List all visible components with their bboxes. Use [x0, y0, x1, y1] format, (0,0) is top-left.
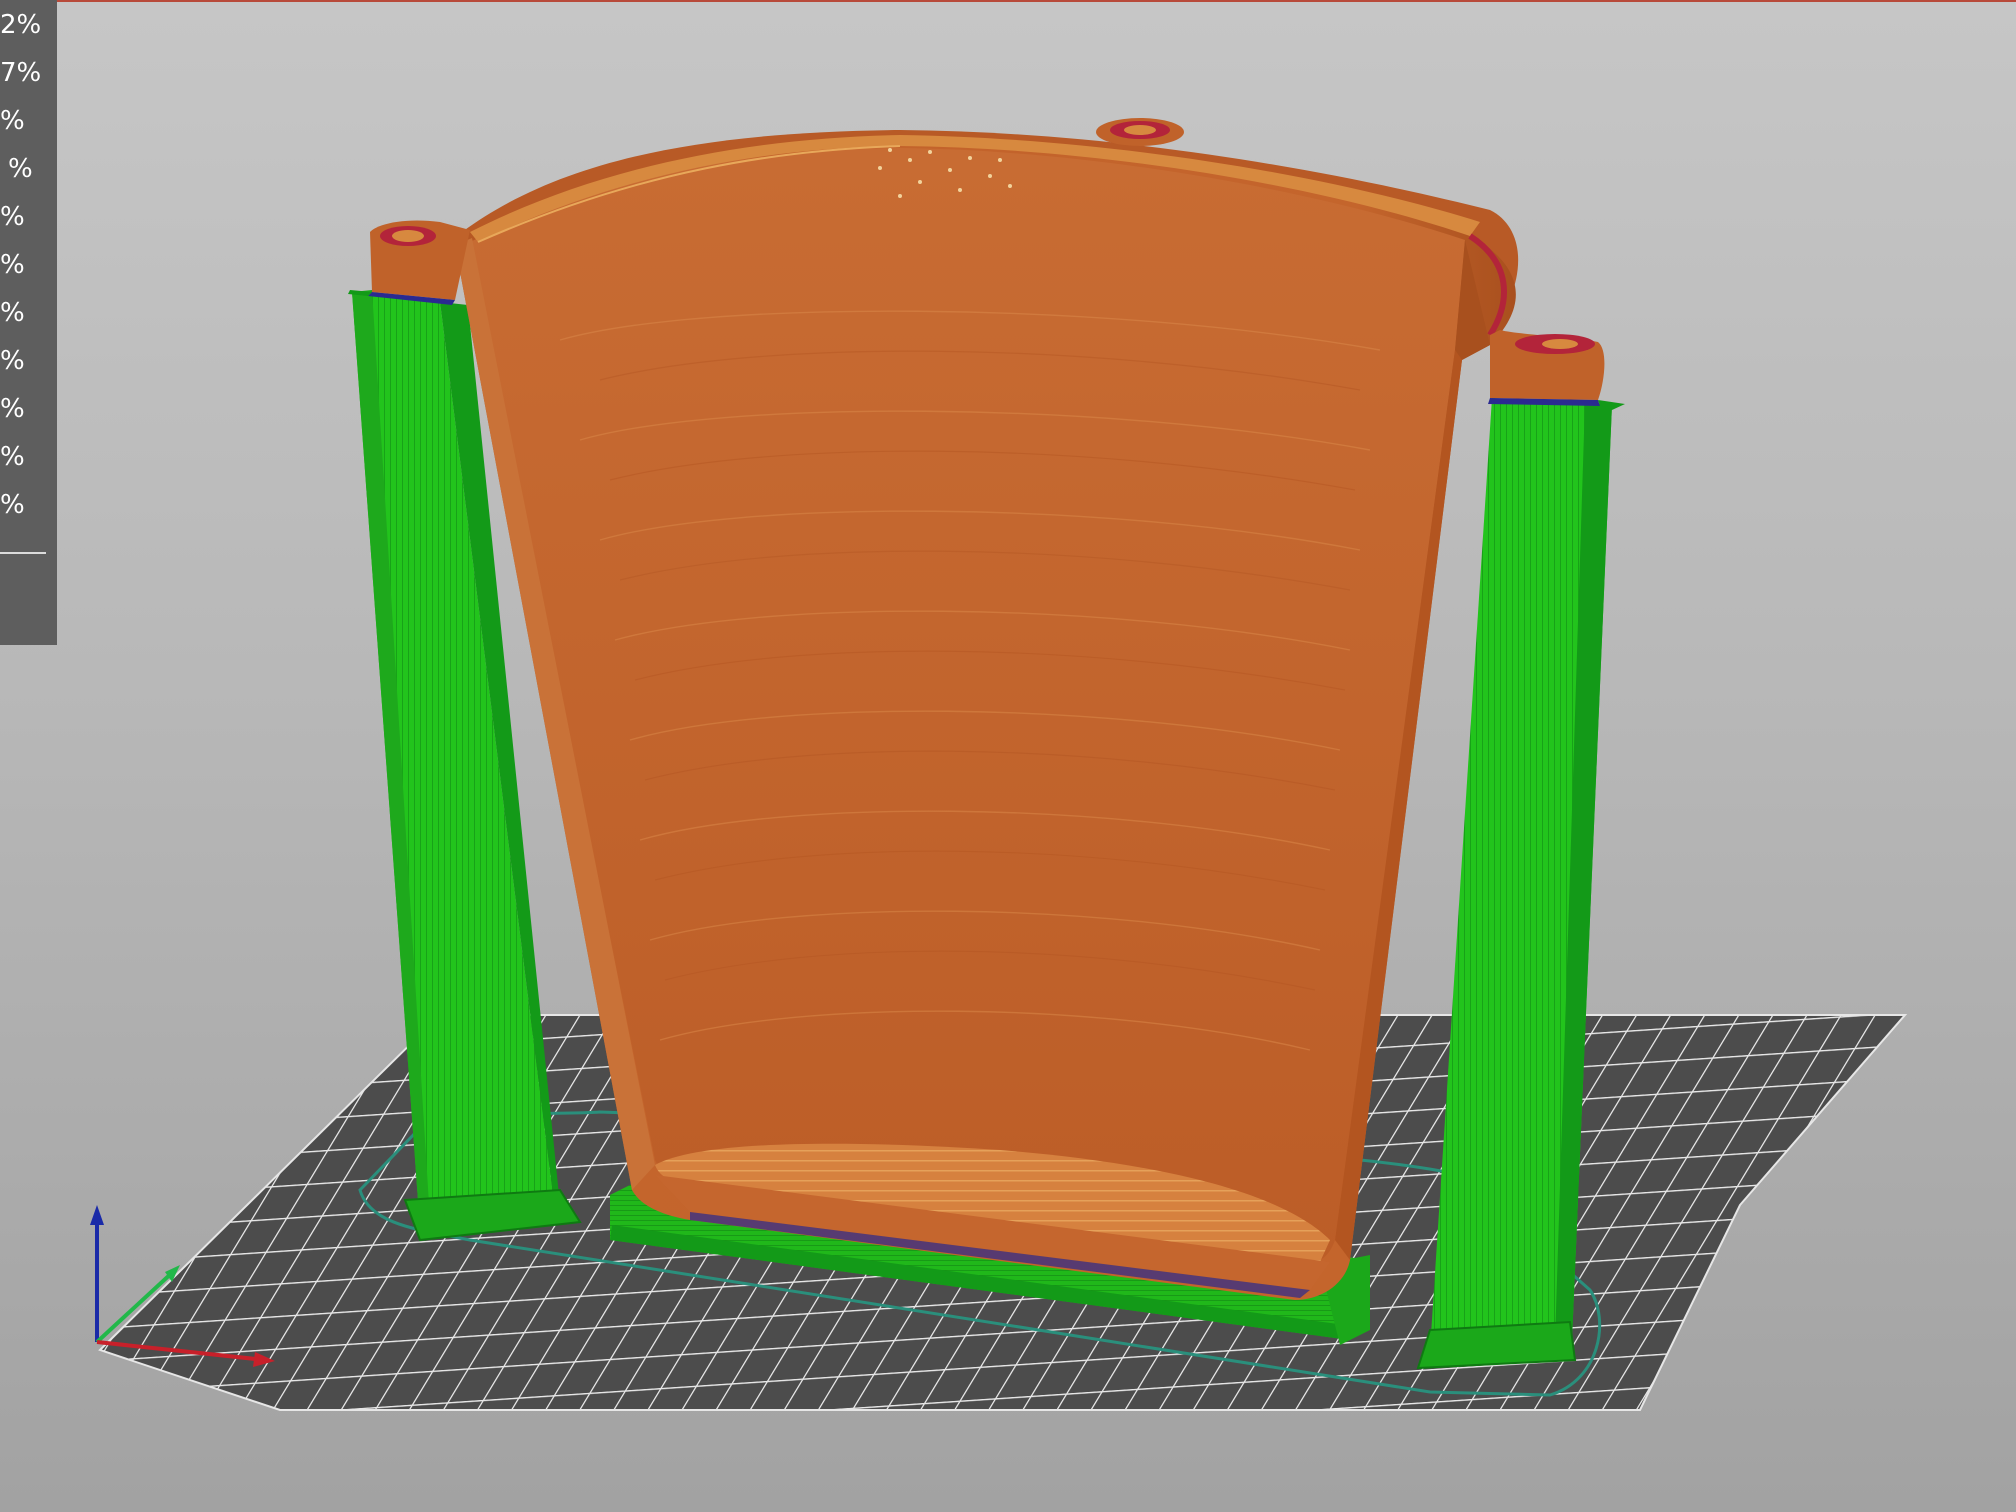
legend-item: %	[0, 250, 25, 280]
legend-item: %	[0, 490, 25, 520]
3d-viewport[interactable]: 2% 7% % % % % % % % % %	[0, 0, 2016, 1512]
legend-item: %	[8, 154, 33, 184]
legend-panel: 2% 7% % % % % % % % % %	[0, 0, 57, 645]
legend-item: %	[0, 442, 25, 472]
legend-item: %	[0, 394, 25, 424]
legend-item: %	[0, 106, 25, 136]
legend-divider	[0, 552, 46, 554]
top-mount-tab	[1096, 118, 1184, 146]
right-mount-tab	[1488, 330, 1625, 410]
legend-item: %	[0, 202, 25, 232]
scene	[90, 118, 1908, 1411]
legend-item: %	[0, 298, 25, 328]
legend-item: 7%	[0, 58, 42, 88]
left-mount-tab	[348, 220, 470, 305]
legend-item: 2%	[0, 10, 42, 40]
legend-item: %	[0, 346, 25, 376]
